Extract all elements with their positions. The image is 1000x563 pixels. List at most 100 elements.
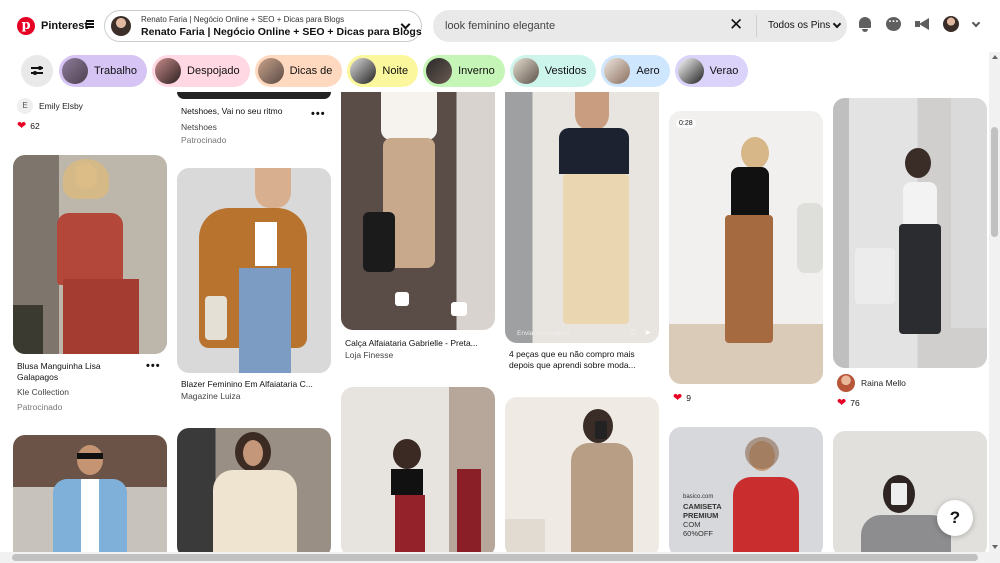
chip-despojado[interactable]: Despojado: [152, 55, 250, 87]
search-bar: ✕ Todos os Pins: [433, 10, 847, 42]
pin-image-red-pants[interactable]: [341, 387, 495, 552]
chip-label: Vestidos: [544, 65, 587, 77]
notifications-bell-icon[interactable]: [858, 16, 872, 32]
pin-title[interactable]: Blazer Feminino Em Alfaiataria C...: [181, 379, 321, 390]
pin-brand[interactable]: Kle Collection: [17, 387, 69, 397]
chip-thumbnail: [257, 58, 284, 84]
pin-sponsored-label: Patrocinado: [17, 402, 63, 412]
pin-brand[interactable]: Loja Finesse: [345, 350, 393, 360]
pin-author[interactable]: Raina Mello: [837, 374, 906, 392]
ad-line: CAMISETA: [683, 502, 722, 511]
chip-thumbnail: [512, 58, 539, 84]
search-scope-dropdown[interactable]: Todos os Pins: [768, 19, 842, 31]
scroll-thumb[interactable]: [991, 127, 998, 237]
ad-brand: basico.com: [683, 494, 714, 500]
pin-title[interactable]: 4 peças que eu não compro mais depois qu…: [509, 349, 654, 371]
filter-bar: Trabalho Despojado Dicas de Noite Invern…: [0, 52, 990, 92]
heart-icon: ❤: [17, 120, 27, 132]
chip-trabalho[interactable]: Trabalho: [59, 55, 148, 87]
chip-thumbnail: [350, 58, 377, 84]
vertical-scrollbar[interactable]: [989, 52, 1000, 552]
author-initial-avatar: E: [17, 98, 33, 114]
chevron-down-icon: [833, 19, 842, 29]
chip-label: Dicas de: [289, 65, 333, 77]
pinterest-logo[interactable]: p Pinterest: [17, 17, 88, 35]
scroll-down-arrow-icon[interactable]: [992, 545, 998, 549]
reaction-number: 9: [686, 393, 691, 403]
pin-brand[interactable]: Netshoes: [181, 122, 217, 132]
chip-aero[interactable]: Aero: [601, 55, 670, 87]
filter-sliders-icon: [31, 66, 43, 76]
top-bar: p Pinterest Renato Faria | Negócio Onlin…: [0, 0, 990, 52]
pin-image-caramel-blazer[interactable]: [177, 168, 331, 373]
pin-image-grey-sweater[interactable]: [833, 431, 987, 552]
pin-image-wide-leg[interactable]: Enviar mensagem ♡ ➤: [505, 92, 659, 343]
chip-verao[interactable]: Verao: [674, 55, 749, 87]
pinterest-logo-icon: p: [17, 17, 35, 35]
menu-icon[interactable]: [86, 20, 94, 28]
chip-thumbnail: [677, 58, 704, 84]
ad-line: COM: [683, 520, 701, 529]
pin-image-cream-suit[interactable]: [177, 428, 331, 552]
account-switcher[interactable]: Renato Faria | Negócio Online + SEO + Di…: [104, 10, 422, 42]
chip-label: Despojado: [187, 65, 240, 77]
pin-image-basico-ad[interactable]: basico.com CAMISETA PREMIUM COM 60%OFF: [669, 427, 823, 552]
chip-thumbnail: [604, 58, 631, 84]
chip-label: Trabalho: [94, 65, 138, 77]
chip-thumbnail: [155, 58, 182, 84]
send-message-overlay[interactable]: Enviar mensagem: [517, 330, 569, 337]
reaction-count: ❤ 62: [17, 120, 40, 132]
account-menu-chevron-icon[interactable]: [971, 18, 981, 27]
author-name: Raina Mello: [861, 378, 906, 388]
pin-quick-actions: ♡ ➤: [629, 328, 651, 337]
chip-dicas-de[interactable]: Dicas de: [254, 55, 343, 87]
reaction-count: ❤ 9: [673, 392, 691, 404]
pin-image-video-brown-pants[interactable]: 0:28: [669, 111, 823, 384]
pin-brand[interactable]: Magazine Luiza: [181, 391, 241, 401]
help-button[interactable]: ?: [937, 500, 973, 536]
logo-text: Pinterest: [41, 20, 89, 32]
pin-image-mirror-selfie[interactable]: [833, 98, 987, 368]
clear-search-icon[interactable]: ✕: [729, 16, 743, 34]
account-name: Renato Faria | Negócio Online + SEO + Di…: [141, 26, 422, 38]
chip-label: Noite: [382, 65, 409, 77]
ad-line: 60%OFF: [683, 529, 714, 538]
header-actions: [858, 13, 981, 32]
heart-outline-icon[interactable]: ♡: [629, 328, 636, 337]
reaction-number: 76: [850, 398, 860, 408]
pin-image-netshoes[interactable]: [177, 92, 331, 99]
pin-image-beige-sweater[interactable]: [505, 397, 659, 552]
author-avatar: [837, 374, 855, 392]
pin-author[interactable]: E Emily Elsby: [17, 98, 83, 114]
account-text: Renato Faria | Negócio Online + SEO + Di…: [141, 14, 422, 38]
account-avatar: [111, 16, 131, 36]
messages-icon[interactable]: [886, 13, 901, 31]
account-subtitle: Renato Faria | Negócio Online + SEO + Di…: [141, 15, 345, 24]
chip-inverno[interactable]: Inverno: [423, 55, 505, 87]
reaction-count: ❤ 76: [837, 398, 860, 409]
chip-label: Inverno: [458, 65, 495, 77]
pin-image-blue-blazer[interactable]: [13, 435, 167, 552]
more-options-icon[interactable]: •••: [311, 108, 326, 120]
horizontal-scrollbar[interactable]: [0, 552, 1000, 563]
scroll-up-arrow-icon[interactable]: [992, 55, 998, 59]
chip-vestidos[interactable]: Vestidos: [509, 55, 597, 87]
pin-title[interactable]: Calça Alfaiataria Gabrielle - Preta...: [345, 338, 485, 349]
chip-noite[interactable]: Noite: [347, 55, 419, 87]
share-icon[interactable]: ➤: [644, 328, 651, 337]
profile-avatar[interactable]: [943, 16, 959, 32]
pin-title[interactable]: Netshoes, Vai no seu ritmo: [181, 106, 311, 117]
chip-label: Aero: [636, 65, 660, 77]
updates-megaphone-icon[interactable]: [915, 18, 929, 30]
video-duration: 0:28: [676, 119, 696, 128]
filter-button[interactable]: [21, 55, 53, 87]
pin-title[interactable]: Blusa Manguinha Lisa Galapagos: [17, 361, 127, 383]
search-input[interactable]: [445, 17, 725, 35]
horizontal-scroll-thumb[interactable]: [12, 554, 978, 561]
heart-icon: ❤: [673, 392, 683, 404]
more-options-icon[interactable]: •••: [146, 360, 161, 372]
pin-image-beige-pants[interactable]: [341, 92, 495, 330]
pin-image-red-outfit[interactable]: [13, 155, 167, 354]
search-scope-label: Todos os Pins: [768, 20, 831, 31]
chip-label: Verao: [709, 65, 739, 77]
